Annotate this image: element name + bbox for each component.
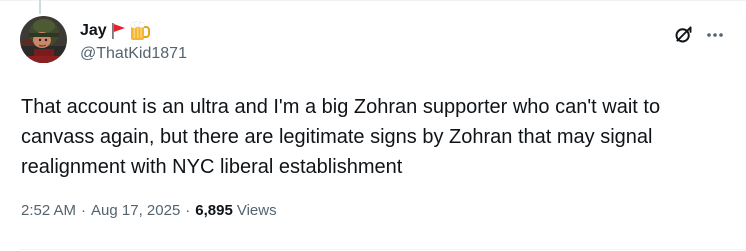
meta-separator: · xyxy=(81,202,87,219)
thread-connector-line xyxy=(39,0,41,14)
tweet-actions xyxy=(673,24,724,45)
tweet-text: That account is an ultra and I'm a big Z… xyxy=(21,96,661,178)
user-handle[interactable]: @ThatKid1871 xyxy=(80,45,187,63)
beer-mug-icon xyxy=(129,20,151,41)
display-name[interactable]: Jay xyxy=(80,22,107,40)
avatar[interactable] xyxy=(20,16,67,63)
tweet-time[interactable]: 2:52 AM xyxy=(21,202,76,219)
triangular-flag-icon xyxy=(110,22,126,40)
author-info: Jay @ThatKid1871 xyxy=(80,20,187,63)
more-options-icon[interactable] xyxy=(706,26,724,44)
views-count: 6,895 xyxy=(195,202,233,219)
bottom-divider xyxy=(20,249,746,250)
name-row: Jay xyxy=(80,20,187,42)
meta-separator: · xyxy=(185,202,191,219)
top-divider xyxy=(0,0,746,1)
views-label: Views xyxy=(236,202,277,219)
grok-icon[interactable] xyxy=(673,24,694,45)
tweet-meta: 2:52 AM · Aug 17, 2025 · 6,895 Views xyxy=(21,202,277,219)
tweet-date[interactable]: Aug 17, 2025 xyxy=(91,202,180,219)
